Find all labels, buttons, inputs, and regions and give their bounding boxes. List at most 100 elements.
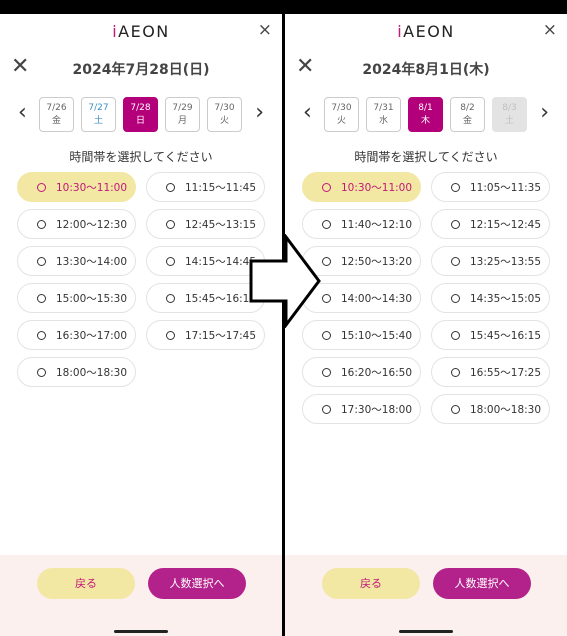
- back-button[interactable]: 戻る: [322, 568, 420, 599]
- time-slot[interactable]: 15:00〜15:30: [17, 283, 136, 313]
- time-slot-grid: 10:30〜11:00 11:15〜11:45 12:00〜12:30 12:45〜1…: [17, 172, 265, 387]
- time-slot[interactable]: 18:00〜18:30: [431, 394, 550, 424]
- footer-bar: 戻る 人数選択へ: [0, 555, 282, 636]
- time-slot[interactable]: 12:15〜12:45: [431, 209, 550, 239]
- time-slot-label: 15:00〜15:30: [56, 292, 128, 305]
- selected-date-title: 2024年8月1日(木): [362, 62, 490, 78]
- date-tab[interactable]: 7/29 月: [165, 97, 200, 132]
- date-tab-weekday: 金: [51, 116, 61, 126]
- close-icon[interactable]: ×: [543, 20, 557, 40]
- close-icon[interactable]: ×: [258, 20, 272, 40]
- date-tabs: 7/30 火 7/31 水 8/1 木 8/2 金 8/3 土: [324, 97, 527, 132]
- time-slot[interactable]: 16:55〜17:25: [431, 357, 550, 387]
- radio-icon: [451, 182, 460, 192]
- date-tab-date: 7/30: [214, 103, 235, 113]
- time-slot-label: 12:45〜13:15: [185, 218, 257, 231]
- time-slot[interactable]: 14:35〜15:05: [431, 283, 550, 313]
- date-tab-date: 7/26: [46, 103, 67, 113]
- time-slot[interactable]: 16:30〜17:00: [17, 320, 136, 350]
- date-tab-weekday: 火: [336, 116, 346, 126]
- time-slot-label: 10:30〜11:00: [341, 181, 413, 194]
- home-indicator: [114, 630, 168, 633]
- aeon-logo: iAEON: [397, 22, 455, 41]
- time-slot[interactable]: 11:05〜11:35: [431, 172, 550, 202]
- time-slot-label: 17:30〜18:00: [341, 403, 413, 416]
- radio-icon: [37, 182, 46, 192]
- date-tab[interactable]: 7/26 金: [39, 97, 74, 132]
- time-slot-grid: 10:30〜11:00 11:05〜11:35 11:40〜12:10 12:15〜1…: [302, 172, 550, 424]
- radio-icon: [37, 293, 46, 303]
- time-slot[interactable]: 10:30〜11:00: [302, 172, 421, 202]
- radio-icon: [451, 219, 460, 229]
- home-indicator: [399, 630, 453, 633]
- time-slot[interactable]: 12:00〜12:30: [17, 209, 136, 239]
- time-slot[interactable]: 10:30〜11:00: [17, 172, 136, 202]
- time-slot[interactable]: 18:00〜18:30: [17, 357, 136, 387]
- date-tab-weekday: 月: [177, 116, 187, 126]
- radio-icon: [322, 256, 331, 266]
- date-tab[interactable]: 7/28 日: [123, 97, 158, 132]
- back-button[interactable]: 戻る: [37, 568, 135, 599]
- radio-icon: [451, 330, 460, 340]
- radio-icon: [322, 367, 331, 377]
- time-slot[interactable]: 16:20〜16:50: [302, 357, 421, 387]
- radio-icon: [322, 404, 331, 414]
- time-slot[interactable]: 11:15〜11:45: [146, 172, 265, 202]
- date-tab-date: 8/2: [460, 103, 475, 113]
- next-dates-icon[interactable]: ›: [255, 100, 264, 125]
- booking-panel-before: iAEON × ✕ 2024年7月28日(日) ‹ 7/26 金 7/27 土 7/28…: [0, 14, 282, 636]
- prev-dates-icon[interactable]: ‹: [18, 100, 27, 125]
- time-slot-label: 14:00〜14:30: [341, 292, 413, 305]
- time-slot-label: 12:00〜12:30: [56, 218, 128, 231]
- time-slot-label: 16:20〜16:50: [341, 366, 413, 379]
- date-tab: 8/3 土: [492, 97, 527, 132]
- date-tab[interactable]: 7/30 火: [324, 97, 359, 132]
- date-tab[interactable]: 7/31 水: [366, 97, 401, 132]
- date-tab[interactable]: 8/2 金: [450, 97, 485, 132]
- time-slot[interactable]: 13:25〜13:55: [431, 246, 550, 276]
- footer-bar: 戻る 人数選択へ: [285, 555, 567, 636]
- radio-icon: [166, 293, 175, 303]
- time-slot-label: 13:30〜14:00: [56, 255, 128, 268]
- date-tab-weekday: 土: [93, 116, 103, 126]
- date-tab[interactable]: 7/30 火: [207, 97, 242, 132]
- radio-icon: [322, 293, 331, 303]
- radio-icon: [451, 404, 460, 414]
- date-tab-date: 7/27: [88, 103, 109, 113]
- time-slot-label: 16:55〜17:25: [470, 366, 542, 379]
- select-party-size-button[interactable]: 人数選択へ: [433, 568, 531, 599]
- date-tab[interactable]: 8/1 木: [408, 97, 443, 132]
- date-tab-date: 7/30: [331, 103, 352, 113]
- radio-icon: [166, 182, 175, 192]
- time-slot-label: 14:35〜15:05: [470, 292, 542, 305]
- select-party-size-button[interactable]: 人数選択へ: [148, 568, 246, 599]
- date-tab-weekday: 火: [219, 116, 229, 126]
- time-slot-label: 12:50〜13:20: [341, 255, 413, 268]
- date-tab-date: 8/3: [502, 103, 517, 113]
- radio-icon: [322, 330, 331, 340]
- radio-icon: [451, 256, 460, 266]
- time-slot-label: 12:15〜12:45: [470, 218, 542, 231]
- radio-icon: [166, 330, 175, 340]
- radio-icon: [322, 219, 331, 229]
- radio-icon: [166, 219, 175, 229]
- date-tab-date: 7/29: [172, 103, 193, 113]
- aeon-logo: iAEON: [112, 22, 170, 41]
- date-tab-weekday: 木: [420, 116, 430, 126]
- time-slot[interactable]: 17:30〜18:00: [302, 394, 421, 424]
- time-slot[interactable]: 13:30〜14:00: [17, 246, 136, 276]
- time-slot[interactable]: 15:45〜16:15: [431, 320, 550, 350]
- prev-dates-icon[interactable]: ‹: [303, 100, 312, 125]
- date-tab-weekday: 金: [462, 116, 472, 126]
- date-tab[interactable]: 7/27 土: [81, 97, 116, 132]
- radio-icon: [37, 219, 46, 229]
- time-slot-label: 11:05〜11:35: [470, 181, 542, 194]
- time-slot-label: 11:40〜12:10: [341, 218, 413, 231]
- date-tab-weekday: 水: [378, 116, 388, 126]
- radio-icon: [166, 256, 175, 266]
- date-tabs: 7/26 金 7/27 土 7/28 日 7/29 月 7/30 火: [39, 97, 242, 132]
- time-slot-label: 16:30〜17:00: [56, 329, 128, 342]
- next-dates-icon[interactable]: ›: [540, 100, 549, 125]
- instruction-text: 時間帯を選択してください: [69, 150, 213, 164]
- radio-icon: [451, 293, 460, 303]
